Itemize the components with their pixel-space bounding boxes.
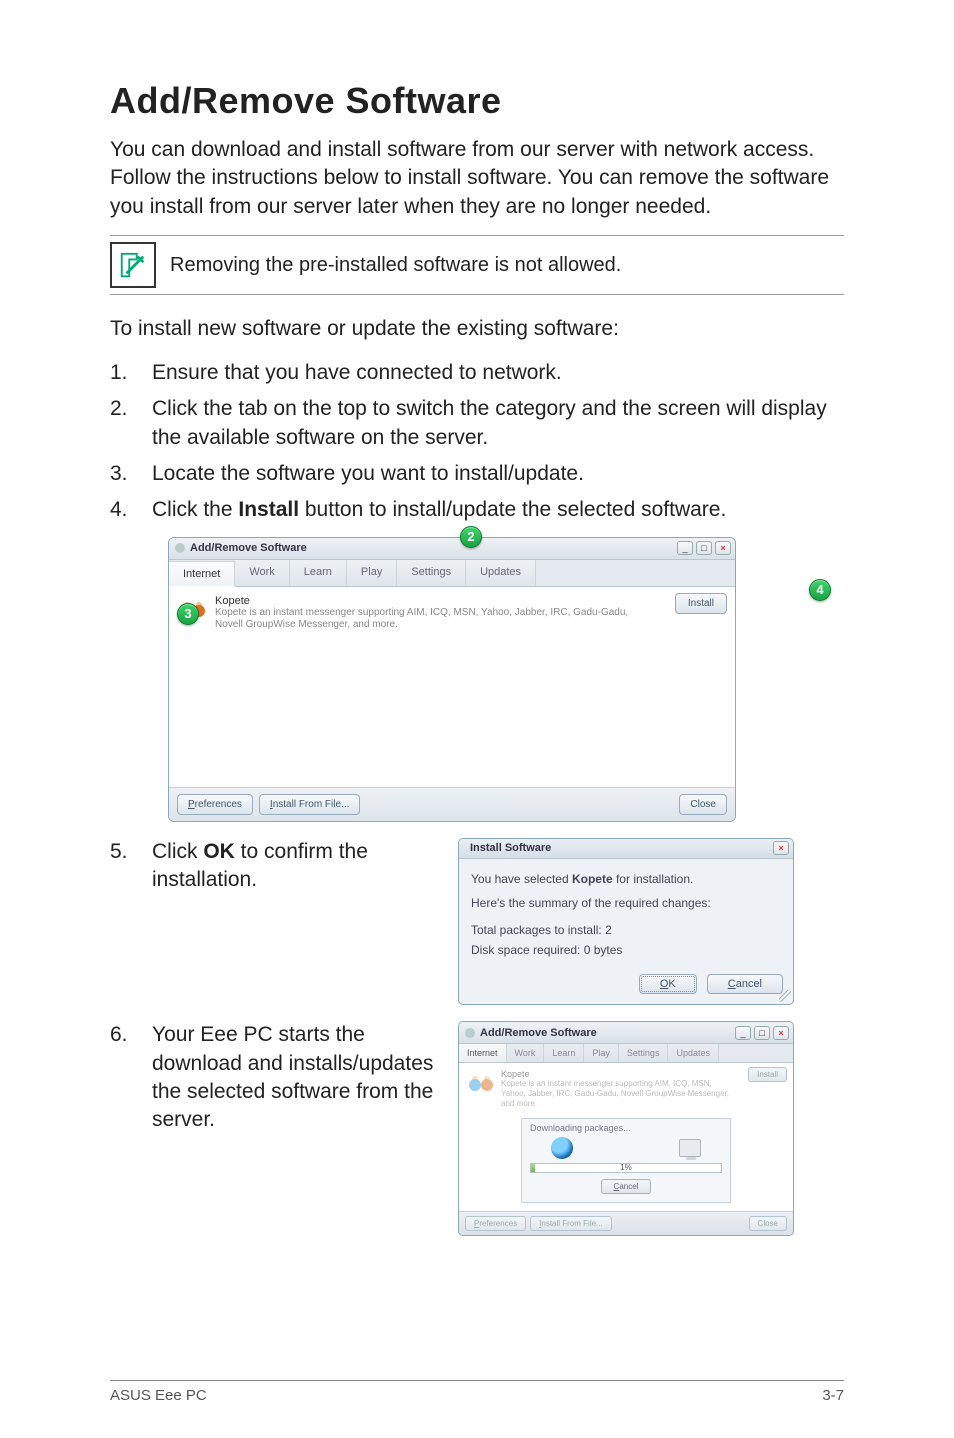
- app-icon: [465, 1028, 475, 1038]
- dialog-title: Install Software: [470, 842, 551, 854]
- disk-space: Disk space required: 0 bytes: [471, 940, 781, 960]
- step-num: 3.: [110, 460, 152, 488]
- window-title: Add/Remove Software: [480, 1027, 597, 1039]
- titlebar: Add/Remove Software _ □ ×: [459, 1022, 793, 1044]
- step-num: 2.: [110, 395, 152, 452]
- step-1: 1. Ensure that you have connected to net…: [110, 359, 844, 387]
- resize-grip[interactable]: [779, 990, 791, 1002]
- cancel-download-button[interactable]: Cancel: [601, 1179, 652, 1194]
- maximize-button[interactable]: □: [754, 1026, 770, 1040]
- titlebar: Add/Remove Software _ □ ×: [169, 538, 735, 560]
- total-packages: Total packages to install: 2: [471, 920, 781, 940]
- step-text: Click OK to confirm the installation.: [152, 838, 440, 895]
- close-button[interactable]: Close: [749, 1216, 787, 1231]
- note-text: Removing the pre-installed software is n…: [170, 254, 621, 277]
- tab-learn[interactable]: Learn: [290, 560, 347, 586]
- step-text-post: button to install/update the selected so…: [299, 498, 726, 521]
- ok-button[interactable]: OK: [639, 974, 697, 994]
- step-5: 5. Click OK to confirm the installation.: [110, 838, 440, 895]
- install-button[interactable]: Install: [675, 593, 727, 614]
- step-num: 6.: [110, 1021, 152, 1134]
- callout-badge-2: 2: [460, 526, 482, 548]
- maximize-button[interactable]: □: [696, 541, 712, 555]
- tab-settings[interactable]: Settings: [397, 560, 466, 586]
- download-panel: Downloading packages... 1% Cancel: [521, 1118, 731, 1203]
- step-text-bold: OK: [203, 840, 235, 863]
- step-text-bold: Install: [238, 498, 299, 521]
- downloading-window: Add/Remove Software _ □ × Internet Work …: [458, 1021, 794, 1236]
- step-text: Click the Install button to install/upda…: [152, 496, 844, 524]
- intro-text: You can download and install software fr…: [110, 136, 844, 221]
- category-tabs: Internet Work Learn Play Settings Update…: [459, 1044, 793, 1063]
- tab-work[interactable]: Work: [235, 560, 289, 586]
- software-item: Kopete Kopete is an instant messenger su…: [467, 1069, 785, 1108]
- software-description: Kopete is an instant messenger supportin…: [501, 1079, 731, 1108]
- step-2: 2. Click the tab on the top to switch th…: [110, 395, 844, 452]
- window-title: Add/Remove Software: [190, 542, 307, 554]
- footer-right: 3-7: [822, 1387, 844, 1404]
- install-software-dialog: Install Software × You have selected Kop…: [458, 838, 794, 1006]
- summary-text: Here's the summary of the required chang…: [471, 893, 781, 913]
- window-close-button[interactable]: ×: [773, 1026, 789, 1040]
- close-button[interactable]: Close: [679, 794, 727, 815]
- install-from-file-button: Install From File...: [530, 1216, 612, 1231]
- tab-updates[interactable]: Updates: [668, 1044, 719, 1062]
- dialog-titlebar: Install Software ×: [459, 839, 793, 859]
- software-name: Kopete: [215, 595, 635, 607]
- step-text: Your Eee PC starts the download and inst…: [152, 1021, 440, 1134]
- step-text: Click the tab on the top to switch the c…: [152, 395, 844, 452]
- app-icon: [175, 543, 185, 553]
- install-button: Install: [748, 1067, 787, 1082]
- step-num: 4.: [110, 496, 152, 524]
- minimize-button[interactable]: _: [735, 1026, 751, 1040]
- tab-play[interactable]: Play: [584, 1044, 619, 1062]
- tab-internet[interactable]: Internet: [459, 1044, 507, 1062]
- page-heading: Add/Remove Software: [110, 80, 844, 122]
- window-footer: Preferences Install From File... Close: [459, 1211, 793, 1235]
- download-title: Downloading packages...: [530, 1123, 722, 1133]
- step-6: 6. Your Eee PC starts the download and i…: [110, 1021, 440, 1134]
- step-4: 4. Click the Install button to install/u…: [110, 496, 844, 524]
- window-close-button[interactable]: ×: [715, 541, 731, 555]
- dialog-close-button[interactable]: ×: [773, 841, 789, 855]
- step-num: 1.: [110, 359, 152, 387]
- step-text: Locate the software you want to install/…: [152, 460, 844, 488]
- category-tabs: Internet Work Learn Play Settings Update…: [169, 560, 735, 587]
- tab-internet[interactable]: Internet: [169, 561, 235, 587]
- step-num: 5.: [110, 838, 152, 895]
- computer-icon: [679, 1139, 701, 1157]
- preferences-button[interactable]: PPreferencesreferences: [177, 794, 253, 815]
- note-icon: [110, 242, 156, 288]
- software-item[interactable]: Kopete Kopete is an instant messenger su…: [179, 595, 725, 631]
- software-list: Kopete Kopete is an instant messenger su…: [169, 587, 735, 787]
- footer-left: ASUS Eee PC: [110, 1387, 207, 1404]
- step-3: 3. Locate the software you want to insta…: [110, 460, 844, 488]
- software-description: Kopete is an instant messenger supportin…: [215, 607, 635, 631]
- preferences-button: Preferences: [465, 1216, 526, 1231]
- step-text-pre: Click: [152, 840, 203, 863]
- cancel-button[interactable]: Cancel: [707, 974, 783, 994]
- note-row: Removing the pre-installed software is n…: [110, 235, 844, 295]
- lead-text: To install new software or update the ex…: [110, 317, 844, 341]
- install-from-file-button[interactable]: Install From File...: [259, 794, 360, 815]
- progress-bar: 1%: [530, 1163, 722, 1173]
- add-remove-window: Add/Remove Software _ □ × Internet Work …: [168, 537, 736, 822]
- globe-icon: [551, 1137, 573, 1159]
- tab-play[interactable]: Play: [347, 560, 397, 586]
- progress-percent: 1%: [620, 1163, 632, 1172]
- selected-text: You have selected Kopete for installatio…: [471, 869, 781, 889]
- page-footer: ASUS Eee PC 3-7: [110, 1380, 844, 1404]
- callout-badge-4: 4: [809, 579, 831, 601]
- step-text-pre: Click the: [152, 498, 238, 521]
- step-text: Ensure that you have connected to networ…: [152, 359, 844, 387]
- kopete-icon: [467, 1069, 495, 1097]
- tab-work[interactable]: Work: [507, 1044, 545, 1062]
- window-footer: PPreferencesreferences Install From File…: [169, 787, 735, 821]
- minimize-button[interactable]: _: [677, 541, 693, 555]
- tab-settings[interactable]: Settings: [619, 1044, 669, 1062]
- tab-updates[interactable]: Updates: [466, 560, 536, 586]
- tab-learn[interactable]: Learn: [544, 1044, 584, 1062]
- callout-badge-3: 3: [177, 603, 199, 625]
- software-name: Kopete: [501, 1069, 731, 1079]
